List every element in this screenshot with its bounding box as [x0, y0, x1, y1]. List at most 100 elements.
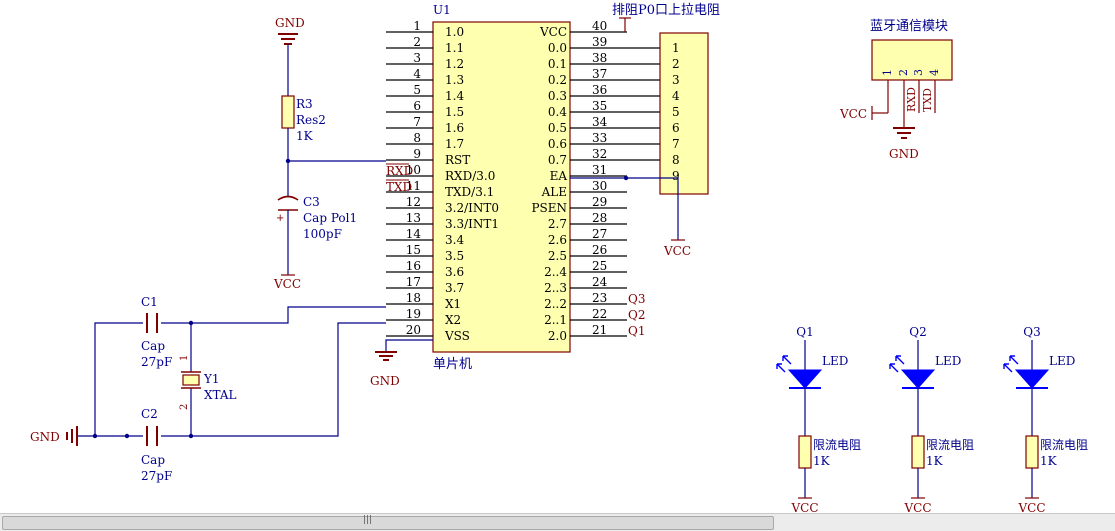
mcu-pin-number: 33: [592, 131, 607, 145]
mcu-pin-label: VCC: [539, 25, 567, 39]
mcu-pin-label: 2..2: [544, 297, 567, 311]
c3-value: 100pF: [303, 227, 342, 241]
y1-body: [182, 374, 200, 386]
resistor-pack-body: [659, 32, 709, 195]
mcu-pin-label: 0.6: [548, 137, 567, 151]
horizontal-scrollbar-thumb[interactable]: |||: [2, 515, 774, 530]
mcu-pin-number: 25: [592, 259, 607, 273]
led-emission-arrow-icon: [782, 355, 792, 365]
r3-name: Res2: [296, 113, 326, 127]
led-resistor-name: 限流电阻: [926, 438, 974, 452]
mcu-pin-number: 13: [406, 211, 421, 225]
reset-vcc-label: VCC: [273, 277, 301, 291]
gnd-junction-1: [92, 433, 98, 439]
led-net-label: Q3: [1023, 325, 1040, 339]
mcu-pin-number: 35: [592, 99, 607, 113]
mcu-gnd-label: GND: [370, 374, 400, 388]
mcu-pin-label: 1.1: [445, 41, 464, 55]
led-unit-3[interactable]: Q3 LED 限流电阻 1K VCC: [1003, 325, 1088, 513]
led-emission-arrow-icon: [895, 355, 905, 365]
mcu-pin-label: 2.5: [548, 249, 567, 263]
c2-name: Cap: [141, 453, 165, 467]
mcu-pin-label: 1.0: [445, 25, 464, 39]
mcu-pin-label: 3.7: [445, 281, 464, 295]
reset-circuit[interactable]: GND R3 Res2 1K + C3 Cap Pol1 100pF VCC: [273, 16, 386, 291]
mcu-pin-number: 18: [406, 291, 421, 305]
mcu-pin-number: 40: [592, 19, 607, 33]
bt-pin-2: 2: [897, 69, 910, 76]
net-label-q3: Q3: [628, 292, 645, 306]
mcu-pin-label: 0.2: [548, 73, 567, 87]
mcu-pin-label: 0.1: [548, 57, 567, 71]
mcu-gnd-symbol: GND: [370, 339, 433, 388]
r3-body: [281, 95, 295, 129]
led-unit-1[interactable]: Q1 LED 限流电阻 1K VCC: [776, 325, 861, 513]
mcu-pin-number: 36: [592, 83, 607, 97]
led-resistor-name: 限流电阻: [1040, 438, 1088, 452]
mcu-pin-label: TXD/3.1: [445, 185, 494, 199]
horizontal-scrollbar[interactable]: |||: [0, 513, 1115, 531]
bt-pin-4: 4: [928, 69, 941, 76]
mcu-pin-label: 2.7: [548, 217, 567, 231]
mcu-pin-label: 0.0: [548, 41, 567, 55]
c2-designator: C2: [141, 407, 158, 421]
bluetooth-module[interactable]: 蓝牙通信模块 1 2 3 4 RXD TXD VCC GND: [839, 19, 953, 161]
mcu-pin-number: 20: [406, 323, 421, 337]
schematic-canvas[interactable]: U1 单片机 1 1.0 2 1.1 3 1.2 4 1.3 5 1.4 6 1.5 7 1.6 8 1.7 9…: [0, 0, 1115, 513]
net-label-txd: TXD: [386, 180, 412, 194]
mcu-pin-label: 3.3/INT1: [445, 217, 499, 231]
mcu-pin-label: 1.3: [445, 73, 464, 87]
ea-junction: [623, 175, 629, 181]
led-resistor-body: [911, 435, 925, 469]
resistor-pack-pin-number: 3: [672, 73, 680, 87]
y1-designator: Y1: [203, 372, 220, 386]
mcu-pin-label: X2: [445, 313, 461, 327]
r3-designator: R3: [296, 97, 313, 111]
led-net-label: Q2: [909, 325, 926, 339]
mcu-designator: U1: [433, 3, 451, 17]
mcu-pin-number: 39: [592, 35, 607, 49]
crystal-circuit[interactable]: C1 Cap 27pF C2 Cap 27pF 1 2 Y1 XTAL GND: [30, 295, 386, 483]
mcu-pin-label: 1.7: [445, 137, 464, 151]
bt-pin-3: 3: [912, 69, 925, 76]
led-vcc-label: VCC: [1017, 501, 1045, 513]
led-name: LED: [935, 354, 961, 368]
r3-value: 1K: [296, 129, 314, 143]
led-net-label: Q1: [796, 325, 813, 339]
c1-designator: C1: [141, 295, 158, 309]
resistor-pack-pin-number: 4: [672, 89, 680, 103]
c1-name: Cap: [141, 339, 165, 353]
mcu-pin-label: PSEN: [531, 201, 567, 215]
mcu-pin-label: 3.4: [445, 233, 464, 247]
mcu-pin-number: 3: [413, 51, 421, 65]
led-resistor-body: [1025, 435, 1039, 469]
led-resistor-value: 1K: [813, 454, 831, 468]
bt-rxd-label: RXD: [905, 87, 918, 112]
net-label-q1: Q1: [628, 324, 645, 338]
mcu-pin-number: 26: [592, 243, 607, 257]
mcu-pin-label: 3.6: [445, 265, 464, 279]
resistor-pack-pins: 123456789: [672, 41, 680, 183]
mcu-pin-label: 2..1: [544, 313, 567, 327]
mcu-pin-number: 30: [592, 179, 607, 193]
mcu-pin-number: 2: [413, 35, 421, 49]
bluetooth-title: 蓝牙通信模块: [870, 19, 948, 34]
mcu-u1[interactable]: U1 单片机 1 1.0 2 1.1 3 1.2 4 1.3 5 1.4 6 1.5 7 1.6 8 1.7 9…: [386, 3, 660, 372]
led-unit-2[interactable]: Q2 LED 限流电阻 1K VCC: [889, 325, 974, 513]
resistor-pack-title: 排阻P0口上拉电阻: [612, 3, 720, 18]
mcu-pin-label: X1: [445, 297, 461, 311]
led-resistor-name: 限流电阻: [813, 438, 861, 452]
mcu-pin-number: 1: [413, 19, 421, 33]
mcu-pin-label: RXD/3.0: [445, 169, 495, 183]
mcu-pin-label: 0.5: [548, 121, 567, 135]
led-name: LED: [1049, 354, 1075, 368]
mcu-pin-number: 16: [406, 259, 421, 273]
y1-pin2: 2: [179, 404, 190, 410]
mcu-pin-number: 32: [592, 147, 607, 161]
mcu-pin-number: 8: [413, 131, 421, 145]
mcu-pin-number: 9: [413, 147, 421, 161]
mcu-pin-number: 12: [406, 195, 421, 209]
mcu-pin-label: 3.2/INT0: [445, 201, 499, 215]
bt-gnd-label: GND: [889, 147, 919, 161]
rpack-vcc-label: VCC: [663, 244, 691, 258]
